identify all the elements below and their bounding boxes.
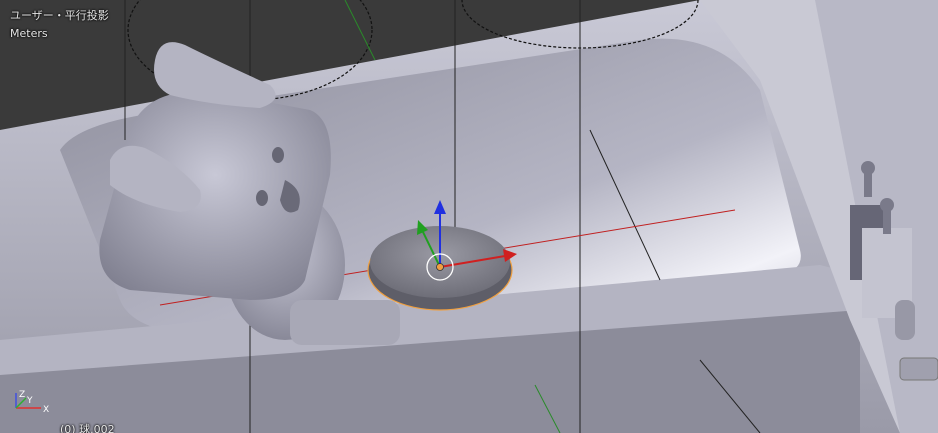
3d-viewport[interactable]: Z Y X ユーザー・平行投影 Meters (0) 球.002 (0, 0, 938, 433)
axis-x-label: X (43, 405, 49, 415)
axis-z-label: Z (19, 390, 25, 400)
axis-y-label: Y (26, 396, 33, 406)
bunny-eye-2 (256, 190, 268, 206)
bunny-foot (290, 300, 400, 345)
object-info-label: (0) 球.002 (60, 423, 115, 433)
units-label: Meters (10, 27, 48, 40)
scene-render: Z Y X (0, 0, 938, 433)
origin-dot-icon (436, 263, 444, 271)
bunny-eye-1 (272, 147, 284, 163)
drain-plate (899, 357, 938, 381)
view-name-label: ユーザー・平行投影 (10, 9, 109, 22)
